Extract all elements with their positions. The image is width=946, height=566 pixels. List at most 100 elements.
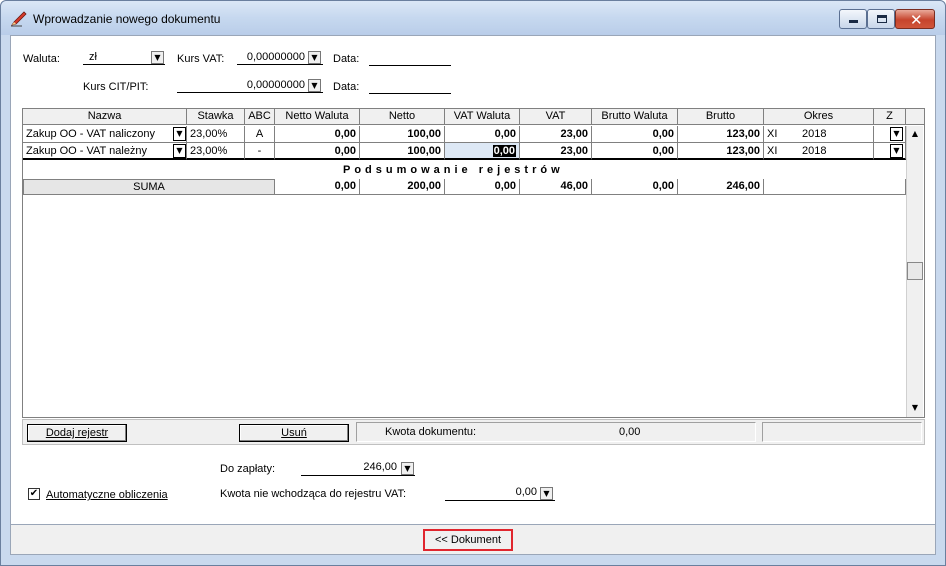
status-panel [762, 422, 922, 442]
close-icon: ✕ [910, 11, 923, 29]
dokument-button[interactable]: << Dokument [427, 532, 509, 548]
summary-empty [764, 179, 906, 195]
cell-netto-waluta[interactable]: 0,00 [275, 143, 360, 160]
minimize-icon [849, 20, 858, 23]
dokument-button-highlight[interactable]: << Dokument [423, 529, 513, 551]
cell-netto[interactable]: 100,00 [360, 126, 445, 143]
registers-grid: Nazwa Stawka ABC Netto Waluta Netto VAT … [22, 108, 925, 418]
cell-nazwa[interactable]: Zakup OO - VAT należny [23, 143, 187, 160]
summary-brutto-waluta: 0,00 [592, 179, 678, 195]
scroll-thumb[interactable] [907, 262, 923, 280]
cell-netto[interactable]: 100,00 [360, 143, 445, 160]
cell-vat-waluta[interactable]: 0,00 [445, 126, 520, 143]
main-window: Wprowadzanie nowego dokumentu ✕ Waluta: … [0, 0, 946, 566]
cell-okres[interactable]: XI 2018 [764, 143, 874, 160]
col-header-nazwa[interactable]: Nazwa [23, 109, 187, 125]
kwota-nie-value: 0,00 [515, 486, 537, 498]
do-zaplaty-value: 246,00 [363, 461, 397, 473]
kwota-dokumentu-panel: Kwota dokumentu: 0,00 [356, 422, 756, 442]
add-register-button[interactable]: Dodaj rejestr [27, 424, 127, 442]
title-bar[interactable]: Wprowadzanie nowego dokumentu ✕ [1, 1, 945, 35]
kwota-dokumentu-label: Kwota dokumentu: [385, 426, 477, 438]
scroll-up-icon[interactable]: ▲ [907, 126, 923, 142]
cell-brutto[interactable]: 123,00 [678, 143, 764, 160]
col-header-z[interactable]: Z [874, 109, 906, 125]
col-header-vat-waluta[interactable]: VAT Waluta [445, 109, 520, 125]
data2-label: Data: [333, 81, 360, 93]
kwota-nie-label: Kwota nie wchodząca do rejestru VAT: [220, 488, 407, 500]
summary-netto: 200,00 [360, 179, 445, 195]
cell-abc[interactable]: - [245, 143, 275, 160]
kurs-cit-dropdown-icon[interactable]: ▼ [308, 79, 321, 92]
kurs-cit-label: Kurs CIT/PIT: [83, 81, 149, 93]
col-header-vat[interactable]: VAT [520, 109, 592, 125]
cell-vat[interactable]: 23,00 [520, 143, 592, 160]
data2-field[interactable] [369, 93, 451, 94]
cell-nazwa-text: Zakup OO - VAT należny [26, 145, 148, 157]
cell-okres-year: 2018 [802, 145, 827, 157]
summary-vat-waluta: 0,00 [445, 179, 520, 195]
grid-bottom-panel: Dodaj rejestr Usuń Kwota dokumentu: 0,00 [22, 419, 925, 445]
cell-brutto[interactable]: 123,00 [678, 126, 764, 143]
cell-brutto-waluta[interactable]: 0,00 [592, 143, 678, 160]
kwota-nie-dropdown-icon[interactable]: ▼ [540, 487, 553, 500]
col-header-corner [906, 109, 924, 125]
close-button[interactable]: ✕ [895, 9, 935, 29]
window-title: Wprowadzanie nowego dokumentu [33, 12, 221, 26]
app-pen-icon [11, 11, 27, 27]
col-header-netto-waluta[interactable]: Netto Waluta [275, 109, 360, 125]
col-header-brutto[interactable]: Brutto [678, 109, 764, 125]
maximize-icon [877, 15, 887, 23]
col-header-stawka[interactable]: Stawka [187, 109, 245, 125]
cell-nazwa[interactable]: Zakup OO - VAT naliczony [23, 126, 187, 143]
cell-okres[interactable]: XI 2018 [764, 126, 874, 143]
waluta-dropdown-icon[interactable]: ▼ [151, 51, 164, 64]
nazwa-dropdown-icon[interactable]: ▼ [173, 144, 186, 158]
kurs-vat-dropdown-icon[interactable]: ▼ [308, 51, 321, 64]
do-zaplaty-dropdown-icon[interactable]: ▼ [401, 462, 414, 475]
cell-vat-waluta-active[interactable]: 0,00 [445, 143, 520, 160]
cell-netto-waluta[interactable]: 0,00 [275, 126, 360, 143]
cell-abc[interactable]: A [245, 126, 275, 143]
cell-vat[interactable]: 23,00 [520, 126, 592, 143]
col-header-brutto-waluta[interactable]: Brutto Waluta [592, 109, 678, 125]
cell-stawka[interactable]: 23,00% [187, 126, 245, 143]
cell-okres-month: XI [767, 128, 778, 140]
dokument-button-label: << Dokument [434, 534, 502, 546]
summary-brutto: 246,00 [678, 179, 764, 195]
minimize-button[interactable] [839, 9, 867, 29]
auto-calc-label[interactable]: Automatyczne obliczenia [46, 489, 168, 501]
waluta-label: Waluta: [23, 53, 60, 65]
summary-label: SUMA [23, 179, 275, 195]
waluta-value: zł [89, 51, 97, 63]
do-zaplaty-label: Do zapłaty: [220, 463, 276, 475]
scroll-down-icon[interactable]: ▼ [907, 400, 923, 416]
summary-title: Podsumowanie rejestrów [343, 164, 564, 176]
cell-okres-month: XI [767, 145, 778, 157]
col-header-netto[interactable]: Netto [360, 109, 445, 125]
nazwa-dropdown-icon[interactable]: ▼ [173, 127, 186, 141]
data1-label: Data: [333, 53, 360, 65]
delete-label: Usuń [281, 427, 307, 439]
grid-vertical-scrollbar[interactable]: ▲ ▼ [906, 126, 923, 417]
cell-nazwa-text: Zakup OO - VAT naliczony [26, 128, 155, 140]
maximize-button[interactable] [867, 9, 895, 29]
z-dropdown-icon[interactable]: ▼ [890, 144, 903, 158]
cell-brutto-waluta[interactable]: 0,00 [592, 126, 678, 143]
kurs-cit-value: 0,00000000 [246, 79, 305, 91]
cell-vat-waluta-selection: 0,00 [492, 145, 516, 157]
data1-field[interactable] [369, 65, 451, 66]
col-header-abc[interactable]: ABC [245, 109, 275, 125]
kwota-dokumentu-value: 0,00 [619, 426, 641, 438]
checkmark-icon[interactable]: ✔ [28, 488, 40, 500]
summary-vat: 46,00 [520, 179, 592, 195]
kurs-vat-value: 0,00000000 [246, 51, 305, 63]
cell-okres-year: 2018 [802, 128, 827, 140]
kurs-vat-label: Kurs VAT: [177, 53, 225, 65]
delete-button[interactable]: Usuń [239, 424, 349, 442]
col-header-okres[interactable]: Okres [764, 109, 874, 125]
z-dropdown-icon[interactable]: ▼ [890, 127, 903, 141]
cell-stawka[interactable]: 23,00% [187, 143, 245, 160]
summary-netto-waluta: 0,00 [275, 179, 360, 195]
add-register-label: Dodaj rejestr [45, 427, 109, 439]
